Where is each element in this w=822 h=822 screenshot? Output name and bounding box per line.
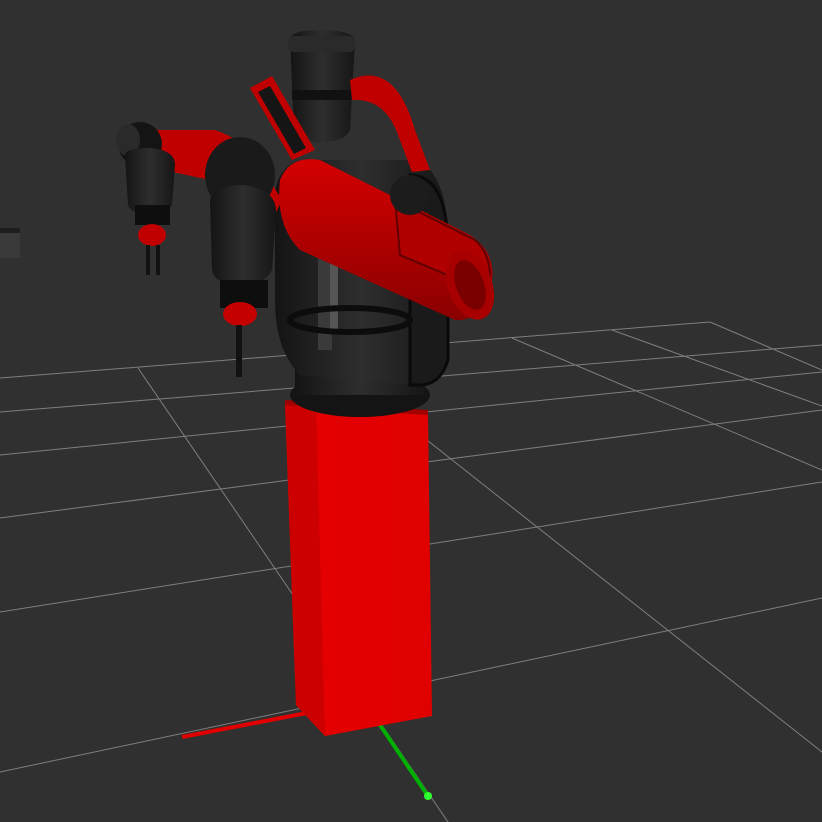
pedestal[interactable] xyxy=(285,400,432,736)
scene-canvas[interactable] xyxy=(0,0,822,822)
x-axis-line xyxy=(181,710,313,739)
y-axis-tip xyxy=(424,792,432,800)
robot-left-forearm[interactable] xyxy=(125,148,175,275)
3d-viewport[interactable] xyxy=(0,0,822,822)
head-handle xyxy=(350,75,430,172)
y-axis-line xyxy=(376,720,430,798)
robot-right-forearm[interactable] xyxy=(205,137,276,377)
